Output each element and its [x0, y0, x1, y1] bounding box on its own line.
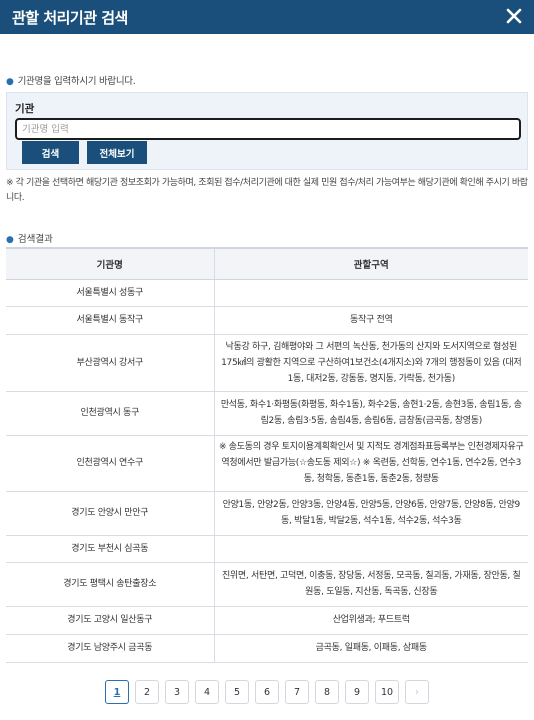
input-guide-text: 기관명을 입력하시기 바랍니다.	[17, 76, 136, 87]
pagination: 1 2 3 4 5 6 7 8 9 10 ›	[105, 680, 429, 704]
jurisdiction-area: 진위면, 서탄면, 고덕면, 이충동, 장당동, 서정동, 모곡동, 칠괴동, …	[213, 562, 528, 607]
jurisdiction-area: 금곡동, 일패동, 이패동, 삼패동	[213, 634, 528, 663]
page-button[interactable]: 2	[135, 680, 159, 704]
page-button[interactable]: 8	[315, 680, 339, 704]
agency-name[interactable]: 경기도 고양시 일산동구	[6, 606, 214, 635]
close-icon[interactable]	[502, 4, 526, 28]
jurisdiction-area	[213, 535, 528, 563]
agency-name[interactable]: 경기도 남양주시 금곡동	[6, 634, 214, 663]
page-button[interactable]: 6	[255, 680, 279, 704]
agency-name[interactable]: 인천광역시 동구	[6, 391, 214, 436]
jurisdiction-area: 만석동, 화수1·화평동(화평동, 화수1동), 화수2동, 송현1·2동, 송…	[213, 391, 528, 436]
input-guide: ● 기관명을 입력하시기 바랍니다.	[6, 73, 136, 87]
bullet-icon: ●	[6, 77, 14, 87]
page-button[interactable]: 9	[345, 680, 369, 704]
agency-name[interactable]: 인천광역시 연수구	[6, 435, 214, 492]
search-button[interactable]: 검색	[22, 141, 79, 164]
page-button-current[interactable]: 1	[105, 680, 129, 704]
results-heading-text: 검색결과	[17, 234, 53, 245]
bullet-icon: ●	[6, 235, 14, 245]
popup-title: 관할 처리기관 검색	[12, 8, 128, 27]
page-button[interactable]: 5	[225, 680, 249, 704]
column-header-area: 관할구역	[213, 247, 528, 280]
agency-name[interactable]: 서울특별시 성동구	[6, 279, 214, 307]
table-header-row: 기관명 관할구역	[6, 247, 528, 280]
page-button[interactable]: 7	[285, 680, 309, 704]
view-all-button[interactable]: 전체보기	[87, 141, 147, 164]
jurisdiction-area	[213, 279, 528, 307]
search-label: 기관	[15, 103, 35, 115]
agency-name[interactable]: 서울특별시 동작구	[6, 306, 214, 335]
jurisdiction-area: 동작구 전역	[213, 306, 528, 335]
table-row[interactable]: 인천광역시 동구 만석동, 화수1·화평동(화평동, 화수1동), 화수2동, …	[6, 391, 528, 436]
table-row[interactable]: 서울특별시 성동구	[6, 279, 528, 307]
jurisdiction-area: ※ 송도동의 경우 토지이용계획확인서 및 지적도 경계점좌표등록부는 인천경제…	[213, 435, 528, 492]
table-row[interactable]: 인천광역시 연수구 ※ 송도동의 경우 토지이용계획확인서 및 지적도 경계점좌…	[6, 435, 528, 492]
agency-name[interactable]: 경기도 부천시 심곡동	[6, 535, 214, 563]
agency-name[interactable]: 경기도 평택시 송탄출장소	[6, 562, 214, 607]
table-row[interactable]: 경기도 평택시 송탄출장소 진위면, 서탄면, 고덕면, 이충동, 장당동, 서…	[6, 562, 528, 607]
jurisdiction-area: 안양1동, 안양2동, 안양3동, 안양4동, 안양5동, 안양6동, 안양7동…	[213, 491, 528, 536]
page-button[interactable]: 3	[165, 680, 189, 704]
table-row[interactable]: 경기도 안양시 만안구 안양1동, 안양2동, 안양3동, 안양4동, 안양5동…	[6, 491, 528, 536]
column-header-agency: 기관명	[6, 247, 214, 280]
search-panel: 기관 검색 전체보기	[6, 92, 528, 170]
jurisdiction-area: 산업위생과; 푸드트럭	[213, 606, 528, 635]
agency-name[interactable]: 경기도 안양시 만안구	[6, 491, 214, 536]
results-table: 기관명 관할구역 서울특별시 성동구 서울특별시 동작구 동작구 전역 부산광역…	[6, 247, 528, 663]
agency-search-input[interactable]	[15, 118, 521, 140]
popup-header: 관할 처리기관 검색	[0, 0, 534, 34]
table-row[interactable]: 서울특별시 동작구 동작구 전역	[6, 306, 528, 335]
table-row[interactable]: 경기도 부천시 심곡동	[6, 535, 528, 563]
page-button[interactable]: 10	[375, 680, 399, 704]
table-row[interactable]: 경기도 남양주시 금곡동 금곡동, 일패동, 이패동, 삼패동	[6, 634, 528, 663]
table-row[interactable]: 부산광역시 강서구 낙동강 하구, 김해평야와 그 서편의 녹산동, 천가동의 …	[6, 334, 528, 392]
table-row[interactable]: 경기도 고양시 일산동구 산업위생과; 푸드트럭	[6, 606, 528, 635]
agency-name[interactable]: 부산광역시 강서구	[6, 334, 214, 392]
jurisdiction-area: 낙동강 하구, 김해평야와 그 서편의 녹산동, 천가동의 산지와 도서지역으로…	[213, 334, 528, 392]
next-page-icon[interactable]: ›	[405, 680, 429, 704]
notice-text: ※ 각 기관을 선택하면 해당기관 정보조회가 가능하며, 조회된 접수/처리기…	[6, 178, 528, 203]
results-heading: ● 검색결과	[6, 231, 53, 245]
page-button[interactable]: 4	[195, 680, 219, 704]
